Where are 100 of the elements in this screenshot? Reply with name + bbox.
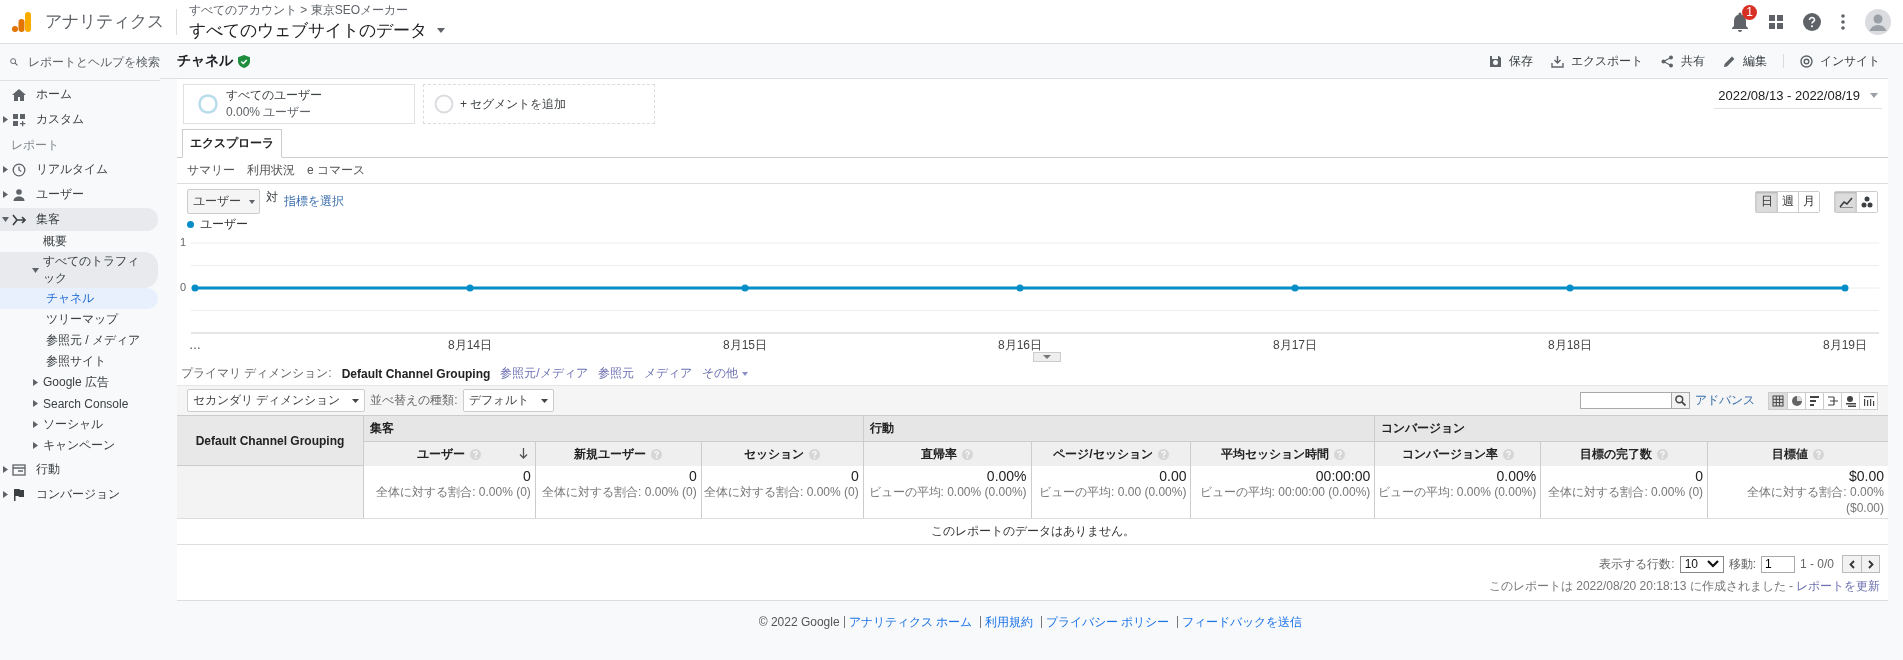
- total-value: 0.00: [1159, 468, 1187, 484]
- more-options-icon[interactable]: [1841, 13, 1845, 30]
- nav-subitem[interactable]: チャネル: [0, 288, 158, 309]
- bar-list-icon: [1808, 394, 1821, 407]
- metric-group-header: 行動: [862, 416, 1375, 442]
- nav-item[interactable]: 集客: [0, 208, 158, 231]
- subtab-link[interactable]: e コマース: [307, 162, 365, 179]
- table-view-button[interactable]: [1769, 392, 1787, 409]
- subtab-link[interactable]: 利用状況: [247, 162, 295, 179]
- toolbar-action[interactable]: 共有: [1659, 50, 1707, 72]
- nav-item[interactable]: ユーザー: [0, 183, 158, 206]
- previous-page-button[interactable]: [1843, 556, 1861, 572]
- add-segment-card[interactable]: + セグメントを追加: [423, 84, 655, 124]
- table-search-field[interactable]: [1580, 392, 1672, 409]
- metric-column-header[interactable]: 平均セッション時間: [1190, 442, 1375, 466]
- secondary-dimension-dropdown[interactable]: セカンダリ ディメンション: [187, 389, 366, 412]
- report-tab[interactable]: エクスプローラ: [182, 129, 282, 158]
- metric-column-header[interactable]: ユーザー: [363, 442, 535, 466]
- metric-column-header[interactable]: ページ/セッション: [1030, 442, 1191, 466]
- dimension-option[interactable]: Default Channel Grouping: [341, 366, 491, 381]
- nav-item[interactable]: 行動: [0, 458, 158, 481]
- nav-item[interactable]: ホーム: [0, 83, 158, 106]
- nav-item[interactable]: カスタム: [0, 108, 158, 131]
- metric-column-header[interactable]: 目標の完了数: [1540, 442, 1708, 466]
- nav-subitem[interactable]: 概要: [0, 231, 158, 252]
- toolbar-action[interactable]: インサイト: [1798, 50, 1882, 72]
- chart-resize-handle[interactable]: [1032, 352, 1061, 362]
- rows-per-page-select[interactable]: 10: [1679, 555, 1724, 573]
- table-view-button[interactable]: [1841, 392, 1859, 409]
- refresh-report-link[interactable]: レポートを更新: [1796, 578, 1880, 595]
- data-point: [741, 284, 749, 292]
- nav-subitem[interactable]: 参照元 / メディア: [0, 330, 158, 351]
- total-value: $0.00: [1848, 468, 1884, 484]
- metric-column-header[interactable]: 目標値: [1707, 442, 1888, 466]
- nav-item[interactable]: リアルタイム: [0, 158, 158, 181]
- account-breadcrumb[interactable]: すべてのアカウント > 東京SEOメーカー: [189, 1, 445, 19]
- nav-subitem[interactable]: 参照サイト: [0, 351, 158, 372]
- nav-item[interactable]: コンバージョン: [0, 483, 158, 506]
- flag-icon: [12, 487, 26, 502]
- pivot-icon: [1844, 394, 1857, 407]
- toolbar-action[interactable]: 編集: [1721, 50, 1769, 72]
- page-number-field[interactable]: 1: [1760, 555, 1795, 573]
- nav-subitem[interactable]: キャンペーン: [0, 435, 158, 456]
- metric-column-header[interactable]: セッション: [700, 442, 863, 466]
- table-view-button[interactable]: [1787, 392, 1805, 409]
- notification-bell-icon[interactable]: [1731, 11, 1749, 32]
- total-note: 全体に対する割合: 0.00% (0): [376, 484, 531, 501]
- report-search-field[interactable]: レポートとヘルプを検索: [28, 55, 160, 69]
- footer-link[interactable]: フィードバックを送信: [1177, 616, 1307, 628]
- metric-column-header[interactable]: 新規ユーザー: [534, 442, 701, 466]
- segment-card[interactable]: すべてのユーザー 0.00% ユーザー: [183, 84, 415, 124]
- sort-type-dropdown[interactable]: デフォルト: [462, 389, 554, 412]
- nav-subitem[interactable]: Search Console: [0, 393, 158, 414]
- property-selector[interactable]: すべてのウェブサイトのデータ: [189, 18, 445, 42]
- advanced-filter-link[interactable]: アドバンス: [1695, 392, 1755, 409]
- total-note: ビューの平均: 0.00% (0.00%): [868, 484, 1027, 501]
- subtab-link[interactable]: サマリー: [187, 162, 235, 179]
- apps-grid-icon[interactable]: [1769, 14, 1783, 29]
- x-axis-label: 8月14日: [448, 338, 492, 352]
- help-icon[interactable]: [1803, 12, 1821, 31]
- caret-icon: [3, 491, 8, 498]
- total-note: ビューの平均: 0.00 (0.00%): [1039, 484, 1187, 501]
- bubble-chart-button[interactable]: [1856, 191, 1877, 212]
- chevron-down-icon: [1706, 560, 1719, 568]
- search-button[interactable]: [1672, 392, 1690, 409]
- footer-link[interactable]: アナリティクス ホーム: [843, 616, 976, 628]
- dimension-option[interactable]: その他: [701, 365, 748, 382]
- granularity-button[interactable]: 月: [1798, 191, 1819, 212]
- notification-count-badge: 1: [1742, 4, 1757, 20]
- table-view-button[interactable]: [1859, 392, 1877, 409]
- line-chart-button[interactable]: [1835, 191, 1856, 212]
- dimension-option[interactable]: 参照元: [597, 365, 634, 382]
- down-arrow-icon[interactable]: [518, 448, 528, 459]
- nav-subitem[interactable]: すべてのトラフィック: [0, 252, 158, 288]
- share-icon: [1661, 54, 1674, 68]
- table-view-button[interactable]: [1805, 392, 1823, 409]
- line-chart-icon: [1838, 195, 1853, 208]
- nav-subitem[interactable]: Google 広告: [0, 372, 158, 393]
- metric-column-header[interactable]: コンバージョン率: [1374, 442, 1541, 466]
- nav-subitem[interactable]: ソーシャル: [0, 414, 158, 435]
- caret-icon: [437, 27, 445, 33]
- select-metric-link[interactable]: 指標を選択: [284, 193, 344, 210]
- footer-link[interactable]: 利用規約: [979, 616, 1037, 628]
- view-switcher[interactable]: [1768, 391, 1878, 410]
- granularity-button[interactable]: 日: [1756, 191, 1777, 212]
- toolbar-action[interactable]: 保存: [1487, 50, 1535, 72]
- next-page-button[interactable]: [1861, 556, 1879, 572]
- metric-group-header: 集客: [363, 416, 863, 442]
- date-range-picker[interactable]: 2022/08/13 - 2022/08/19: [1714, 86, 1882, 109]
- metric-dropdown[interactable]: ユーザー: [187, 189, 260, 214]
- dimension-option[interactable]: メディア: [643, 365, 692, 382]
- user-avatar-icon[interactable]: [1865, 8, 1891, 35]
- sort-type-label: 並べ替えの種類:: [370, 392, 458, 409]
- go-to-label: 移動:: [1728, 555, 1756, 573]
- toolbar-action[interactable]: エクスポート: [1549, 50, 1645, 72]
- footer-link[interactable]: プライバシー ポリシー: [1040, 616, 1174, 628]
- dimension-option[interactable]: 参照元/メディア: [500, 365, 588, 382]
- nav-subitem[interactable]: ツリーマップ: [0, 309, 158, 330]
- metric-column-header[interactable]: 直帰率: [862, 442, 1031, 466]
- pie-chart-icon: [1790, 394, 1803, 407]
